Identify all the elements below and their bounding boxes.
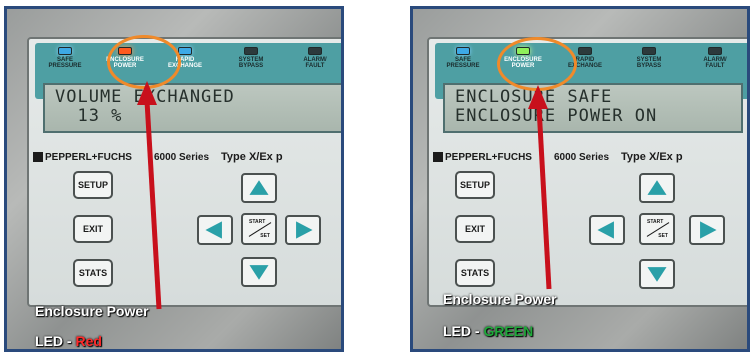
- caption-led-value: GREEN: [483, 323, 534, 339]
- pointer-arrow-icon: [137, 81, 162, 310]
- caption-led-prefix: LED -: [443, 323, 484, 339]
- caption-led-state: LED - GREEN: [443, 323, 533, 339]
- photo-red-led: SAFE PRESSURE ENCLOSURE POWER RAPID EXCH…: [4, 6, 344, 352]
- caption-title: Enclosure Power: [443, 291, 557, 307]
- photo-green-led: SAFE PRESSURE ENCLOSURE POWER RAPID EXCH…: [410, 6, 750, 352]
- caption-led-state: LED - Red: [35, 333, 102, 349]
- caption-led-prefix: LED -: [35, 333, 76, 349]
- caption-led-value: Red: [75, 333, 102, 349]
- caption-title: Enclosure Power: [35, 303, 149, 319]
